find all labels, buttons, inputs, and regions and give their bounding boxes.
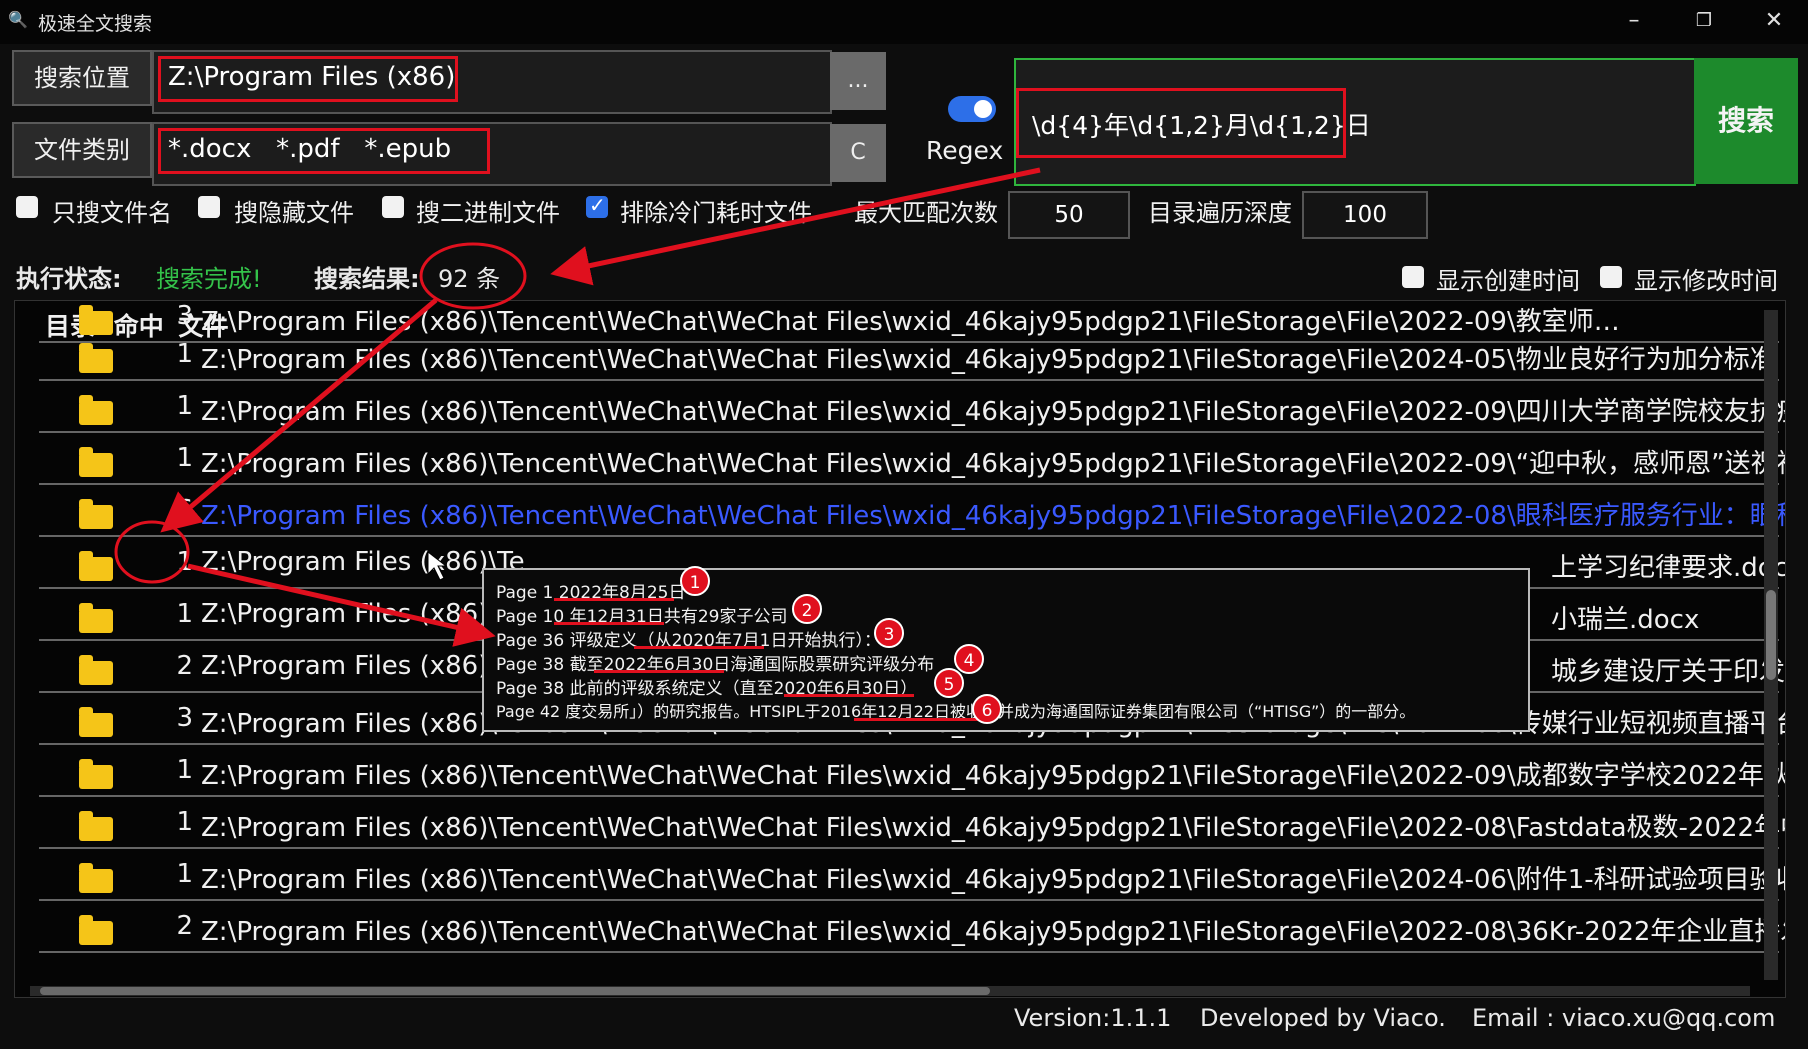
annotation-overlay: [114, 167, 1041, 647]
email-label[interactable]: Email : viaco.xu@qq.com: [1472, 1004, 1775, 1032]
version-label: Version:1.1.1: [1014, 1004, 1172, 1032]
arrow-regex-to-count: [550, 167, 1041, 286]
arrow-count-to-hits: [160, 298, 438, 533]
result-count-circle: [419, 242, 527, 310]
developer-label: Developed by Viaco.: [1200, 1004, 1446, 1032]
mouse-cursor-icon: [427, 550, 448, 581]
hit-count-circle: [114, 520, 190, 584]
